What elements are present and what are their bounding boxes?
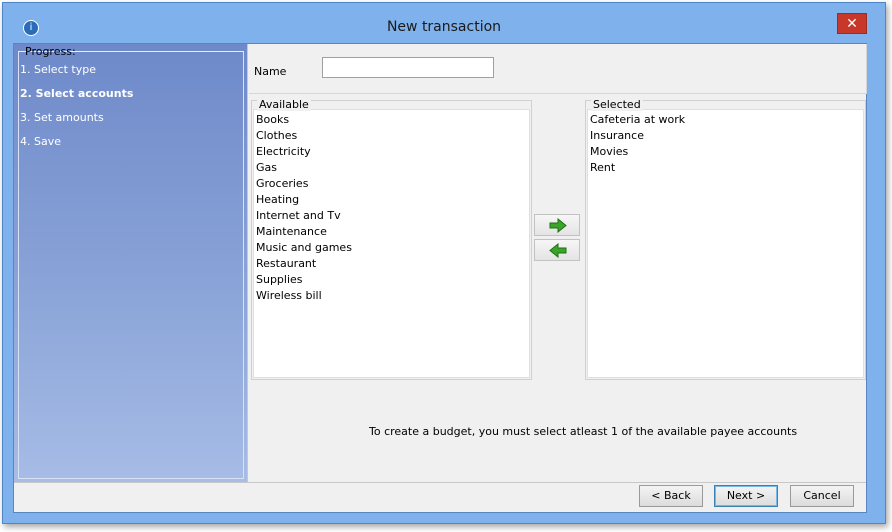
window-title: New transaction — [386, 19, 502, 35]
wizard-client: Progress: 1. Select type 2. Select accou… — [13, 43, 867, 513]
step-save: 4. Save — [20, 135, 61, 148]
next-button[interactable]: Next > — [714, 485, 778, 507]
step-select-type: 1. Select type — [20, 63, 96, 76]
available-listbox[interactable]: Books Clothes Electricity Gas Groceries Heati… — [253, 109, 530, 378]
progress-panel: Progress: 1. Select type 2. Select accou… — [14, 44, 248, 482]
name-input[interactable] — [322, 57, 494, 78]
available-list-item[interactable]: Maintenance — [254, 224, 529, 240]
available-list-item[interactable]: Clothes — [254, 128, 529, 144]
title-bar: i New transaction ✕ — [3, 3, 885, 41]
back-button[interactable]: < Back — [639, 485, 703, 507]
available-list-item[interactable]: Music and games — [254, 240, 529, 256]
available-list-item[interactable]: Supplies — [254, 272, 529, 288]
step-select-accounts: 2. Select accounts — [20, 87, 134, 100]
cancel-button[interactable]: Cancel — [790, 485, 854, 507]
available-list-item[interactable]: Wireless bill — [254, 288, 529, 304]
selected-list-item[interactable]: Cafeteria at work — [588, 112, 863, 128]
remove-account-button[interactable] — [534, 239, 580, 261]
selected-label: Selected — [591, 98, 643, 111]
selected-list-item[interactable]: Rent — [588, 160, 863, 176]
content-panel: Name Books Clothes Electricity Gas Groceries… — [249, 44, 867, 482]
available-label: Available — [257, 98, 311, 111]
selected-listbox[interactable]: Cafeteria at work Insurance Movies Rent — [587, 109, 864, 378]
available-list-item[interactable]: Books — [254, 112, 529, 128]
hint-text: To create a budget, you must select atle… — [369, 425, 798, 438]
available-list-item[interactable]: Restaurant — [254, 256, 529, 272]
available-list-item[interactable]: Gas — [254, 160, 529, 176]
arrow-right-icon — [549, 218, 567, 233]
arrow-left-icon — [549, 243, 567, 258]
step-set-amounts: 3. Set amounts — [20, 111, 104, 124]
name-label: Name — [254, 65, 287, 78]
selected-group: Cafeteria at work Insurance Movies Rent Sel… — [585, 98, 866, 380]
available-list-item[interactable]: Internet and Tv — [254, 208, 529, 224]
selected-list-item[interactable]: Insurance — [588, 128, 863, 144]
selected-list-item[interactable]: Movies — [588, 144, 863, 160]
available-list-item[interactable]: Groceries — [254, 176, 529, 192]
progress-legend: Progress: — [25, 45, 76, 58]
add-account-button[interactable] — [534, 214, 580, 236]
name-row: Name — [249, 44, 867, 94]
dialog-window: i New transaction ✕ Progress: 1. Select … — [2, 2, 886, 524]
close-button[interactable]: ✕ — [837, 13, 867, 34]
button-bar: < Back Next > Cancel — [14, 482, 866, 512]
available-list-item[interactable]: Heating — [254, 192, 529, 208]
available-group: Books Clothes Electricity Gas Groceries Heati… — [251, 98, 532, 380]
available-list-item[interactable]: Electricity — [254, 144, 529, 160]
